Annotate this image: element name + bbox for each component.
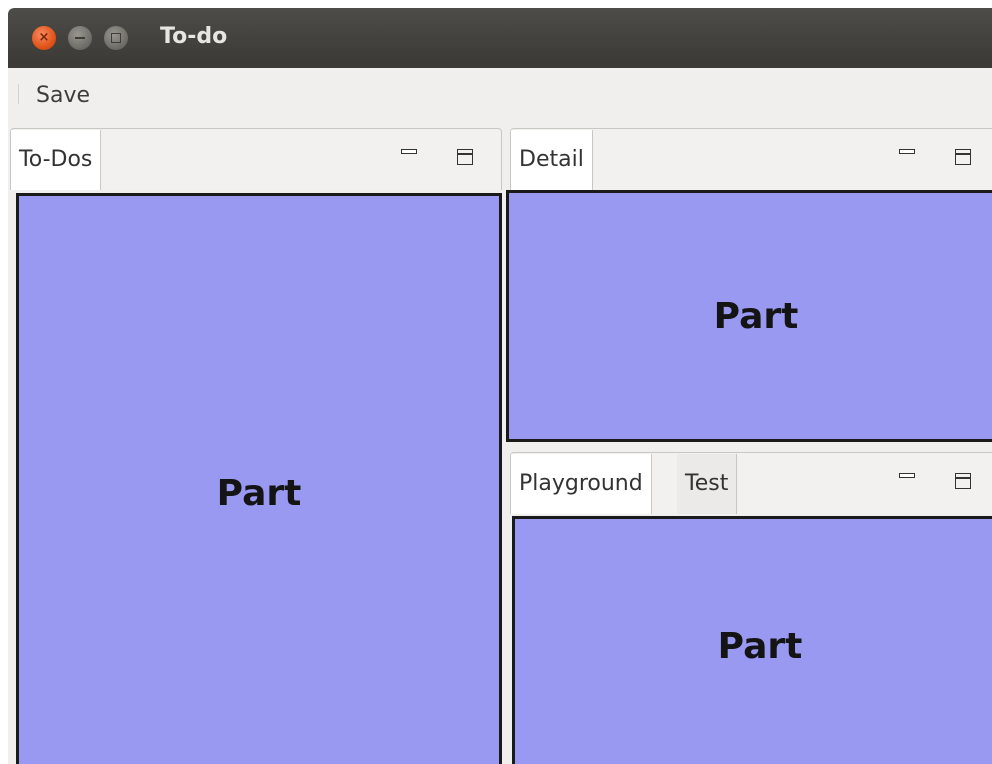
toolbar-grip[interactable] bbox=[18, 84, 19, 104]
maximize-icon bbox=[955, 149, 971, 165]
playground-stack: Playground Test Part bbox=[510, 452, 992, 764]
minimize-icon bbox=[401, 149, 417, 154]
save-button[interactable]: Save bbox=[28, 80, 98, 112]
tab-playground[interactable]: Playground bbox=[511, 454, 652, 514]
detail-part[interactable]: Part bbox=[506, 190, 992, 442]
minimize-icon bbox=[75, 37, 85, 39]
minimize-stack-button[interactable] bbox=[399, 147, 421, 169]
tab-todos[interactable]: To-Dos bbox=[11, 130, 102, 190]
maximize-stack-button[interactable] bbox=[953, 471, 975, 493]
minimize-icon bbox=[899, 149, 915, 154]
todos-stack: To-Dos Part bbox=[10, 128, 502, 764]
minimize-window-button[interactable] bbox=[68, 26, 92, 50]
todos-tab-bar: To-Dos bbox=[10, 128, 502, 190]
maximize-window-button[interactable] bbox=[104, 26, 128, 50]
todos-part[interactable]: Part bbox=[16, 193, 502, 764]
playground-part[interactable]: Part bbox=[512, 516, 992, 764]
maximize-icon bbox=[111, 33, 121, 43]
toolbar: Save bbox=[8, 68, 992, 124]
part-label: Part bbox=[216, 472, 302, 514]
minimize-stack-button[interactable] bbox=[897, 471, 919, 493]
app-window: × To-do Save To-Dos Part Detail Part Pla… bbox=[8, 8, 992, 764]
minimize-stack-button[interactable] bbox=[897, 147, 919, 169]
maximize-icon bbox=[457, 149, 473, 165]
maximize-icon bbox=[955, 473, 971, 489]
detail-tab-bar: Detail bbox=[510, 128, 992, 190]
maximize-stack-button[interactable] bbox=[455, 147, 477, 169]
playground-tab-bar: Playground Test bbox=[510, 452, 992, 514]
detail-stack: Detail Part bbox=[506, 128, 992, 444]
title-bar[interactable]: × To-do bbox=[8, 8, 992, 68]
close-window-button[interactable]: × bbox=[32, 26, 56, 50]
window-title: To-do bbox=[160, 24, 228, 49]
maximize-stack-button[interactable] bbox=[953, 147, 975, 169]
minimize-icon bbox=[899, 473, 915, 478]
close-icon: × bbox=[38, 30, 50, 45]
part-label: Part bbox=[713, 295, 799, 337]
part-label: Part bbox=[717, 625, 803, 667]
tab-test[interactable]: Test bbox=[677, 454, 738, 514]
tab-detail[interactable]: Detail bbox=[511, 130, 593, 190]
